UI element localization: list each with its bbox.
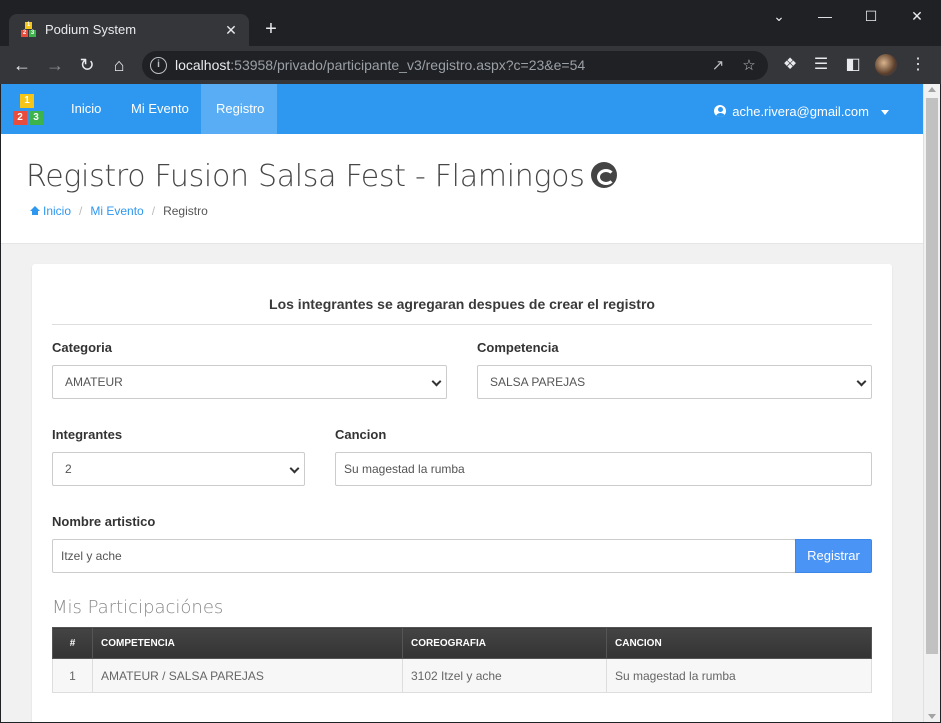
column-header[interactable]: COMPETENCIA bbox=[92, 627, 403, 659]
table-cell: 1 bbox=[52, 658, 93, 693]
extensions-puzzle-icon[interactable]: ❖ bbox=[779, 54, 801, 76]
podium-favicon-icon: 1 2 3 bbox=[21, 22, 36, 37]
column-header[interactable]: # bbox=[52, 627, 93, 659]
maximize-button[interactable]: ☐ bbox=[848, 6, 894, 26]
app-navbar: 1 2 3 Inicio Mi Evento Registro ache.riv… bbox=[1, 84, 923, 134]
scroll-down-icon[interactable] bbox=[928, 714, 936, 719]
site-info-icon[interactable]: i bbox=[150, 57, 167, 74]
tab-close-icon[interactable]: ✕ bbox=[221, 20, 241, 40]
address-bar[interactable]: i localhost:53958/privado/participante_v… bbox=[142, 51, 768, 80]
reload-icon[interactable]: ↻ bbox=[75, 53, 99, 77]
forward-arrow-icon[interactable]: → bbox=[43, 53, 67, 77]
scroll-up-icon[interactable] bbox=[928, 87, 936, 92]
media-queue-icon[interactable]: ☰ bbox=[810, 54, 832, 76]
categoria-label: Categoria bbox=[52, 340, 112, 355]
share-icon[interactable]: ↗ bbox=[708, 56, 728, 76]
scroll-thumb[interactable] bbox=[926, 98, 938, 654]
breadcrumb: Inicio / Mi Evento / Registro bbox=[30, 204, 208, 218]
integrantes-label: Integrantes bbox=[52, 427, 123, 442]
home-icon bbox=[30, 206, 40, 215]
event-logo-icon bbox=[590, 161, 617, 188]
browser-menu-icon[interactable]: ⋮ bbox=[907, 54, 929, 76]
nombre-artistico-input[interactable]: Itzel y ache bbox=[52, 539, 796, 573]
nombre-artistico-label: Nombre artistico bbox=[52, 514, 156, 529]
participaciones-title: Mis Participaciónes bbox=[52, 597, 224, 618]
cancion-input[interactable]: Su magestad la rumba bbox=[335, 452, 872, 486]
browser-toolbar: ← → ↻ ⌂ i localhost:53958/privado/partic… bbox=[0, 46, 941, 84]
breadcrumb-mi-evento[interactable]: Mi Evento bbox=[90, 204, 143, 218]
competencia-select[interactable]: SALSA PAREJAS bbox=[477, 365, 872, 399]
podium-logo[interactable]: 1 2 3 bbox=[11, 94, 43, 126]
back-arrow-icon[interactable]: ← bbox=[10, 53, 34, 77]
nav-mi-evento[interactable]: Mi Evento bbox=[116, 84, 204, 134]
url-text: localhost:53958/privado/participante_v3/… bbox=[175, 57, 586, 73]
page-viewport: 1 2 3 Inicio Mi Evento Registro ache.riv… bbox=[1, 84, 923, 722]
side-panel-icon[interactable]: ◧ bbox=[842, 54, 864, 76]
browser-titlebar: 1 2 3 Podium System ✕ + ⌄ — ☐ ✕ bbox=[0, 0, 941, 46]
minimize-button[interactable]: — bbox=[802, 6, 848, 26]
registration-card: Los integrantes se agregaran despues de … bbox=[32, 264, 892, 722]
competencia-label: Competencia bbox=[477, 340, 559, 355]
column-header[interactable]: CANCION bbox=[606, 627, 872, 659]
caret-down-icon bbox=[881, 110, 889, 115]
tab-title: Podium System bbox=[45, 22, 137, 37]
close-window-button[interactable]: ✕ bbox=[894, 6, 940, 26]
table-header-row: # COMPETENCIA COREOGRAFIA CANCION bbox=[52, 627, 872, 659]
integrantes-select[interactable]: 2 bbox=[52, 452, 305, 486]
nav-registro[interactable]: Registro bbox=[201, 84, 277, 134]
browser-tab[interactable]: 1 2 3 Podium System ✕ bbox=[9, 14, 249, 46]
chevron-down-icon bbox=[289, 463, 300, 474]
home-icon[interactable]: ⌂ bbox=[107, 53, 131, 77]
breadcrumb-registro: Registro bbox=[163, 204, 208, 218]
new-tab-button[interactable]: + bbox=[258, 16, 284, 42]
notice-text: Los integrantes se agregaran despues de … bbox=[52, 296, 872, 325]
table-cell: AMATEUR / SALSA PAREJAS bbox=[92, 658, 403, 693]
chevron-down-icon bbox=[856, 376, 867, 387]
page-title: Registro Fusion Salsa Fest - Flamingos bbox=[26, 159, 617, 194]
user-menu[interactable]: ache.rivera@gmail.com bbox=[714, 84, 889, 134]
participaciones-table: # COMPETENCIA COREOGRAFIA CANCION 1 AMAT… bbox=[52, 627, 872, 693]
user-circle-icon bbox=[714, 105, 727, 117]
table-row[interactable]: 1 AMATEUR / SALSA PAREJAS 3102 Itzel y a… bbox=[52, 658, 872, 693]
categoria-select[interactable]: AMATEUR bbox=[52, 365, 447, 399]
page-scrollbar[interactable] bbox=[923, 84, 940, 722]
nav-inicio[interactable]: Inicio bbox=[56, 84, 116, 134]
page-header: Registro Fusion Salsa Fest - Flamingos I… bbox=[1, 134, 923, 244]
user-email: ache.rivera@gmail.com bbox=[732, 104, 869, 119]
chevron-down-icon bbox=[431, 376, 442, 387]
cancion-label: Cancion bbox=[335, 427, 387, 442]
column-header[interactable]: COREOGRAFIA bbox=[402, 627, 607, 659]
table-cell: Su magestad la rumba bbox=[606, 658, 872, 693]
registrar-button[interactable]: Registrar bbox=[795, 539, 872, 573]
tab-search-dropdown-icon[interactable]: ⌄ bbox=[756, 6, 802, 26]
breadcrumb-inicio[interactable]: Inicio bbox=[30, 204, 71, 218]
table-cell: 3102 Itzel y ache bbox=[402, 658, 607, 693]
bookmark-star-icon[interactable]: ☆ bbox=[739, 56, 759, 76]
profile-avatar[interactable] bbox=[875, 54, 897, 76]
